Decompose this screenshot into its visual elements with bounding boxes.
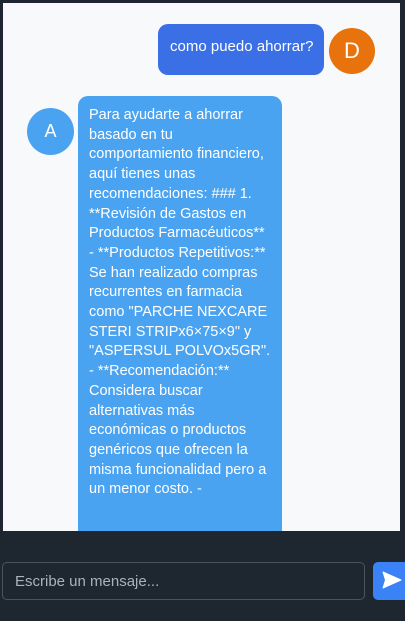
- assistant-avatar-initial: A: [44, 121, 57, 141]
- assistant-message-bubble: Para ayudarte a ahorrar basado en tu com…: [78, 96, 282, 531]
- user-message-bubble: como puedo ahorrar?: [158, 24, 324, 75]
- assistant-avatar: A: [27, 108, 74, 155]
- user-avatar: D: [329, 28, 375, 74]
- user-avatar-initial: D: [344, 38, 360, 63]
- assistant-message-text: Para ayudarte a ahorrar basado en tu com…: [89, 107, 275, 498]
- chat-messages-panel[interactable]: como puedo ahorrar? D A Para ayudarte a …: [3, 3, 400, 531]
- message-input[interactable]: [2, 562, 365, 600]
- send-icon: [382, 571, 402, 592]
- send-button[interactable]: [373, 562, 405, 600]
- user-message-text: como puedo ahorrar?: [170, 38, 314, 55]
- message-composer: [0, 531, 405, 621]
